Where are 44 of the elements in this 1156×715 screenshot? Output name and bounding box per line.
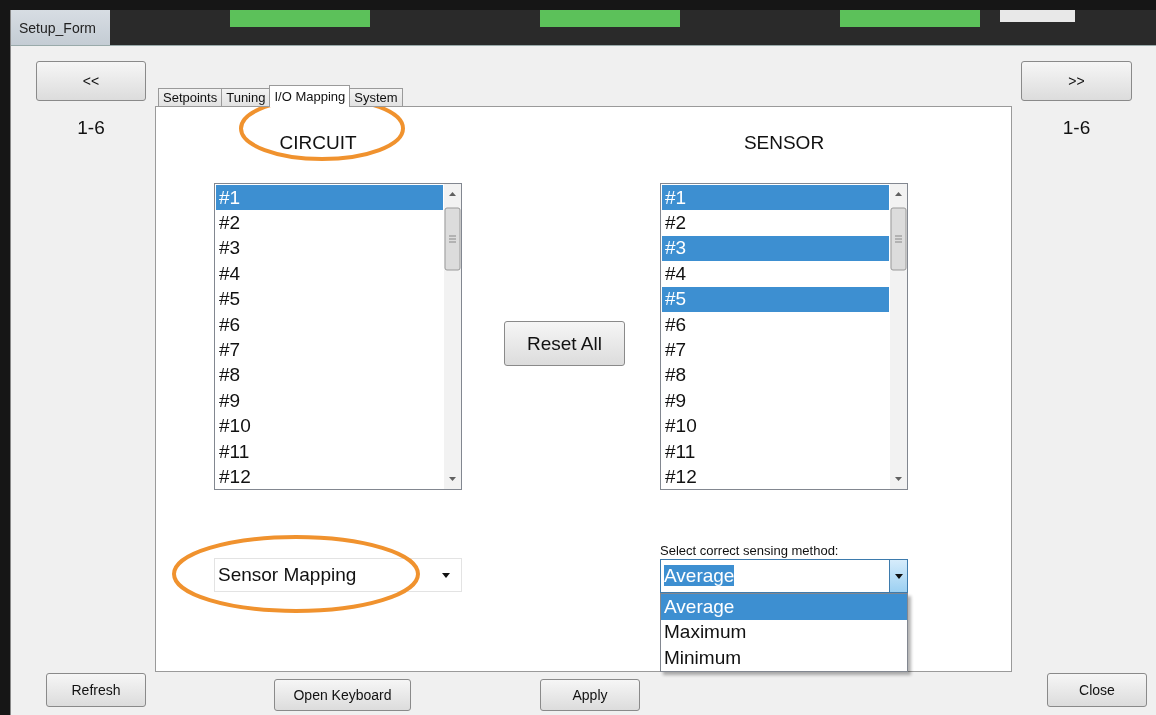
next-button[interactable]: >> (1021, 61, 1132, 101)
list-item[interactable]: #10 (216, 413, 443, 439)
list-item[interactable]: #6 (662, 311, 889, 338)
list-item[interactable]: #9 (662, 388, 889, 414)
window-title: Setup_Form (11, 10, 111, 45)
footer-button[interactable]: Close (1047, 673, 1147, 707)
dropdown-option[interactable]: Maximum (661, 619, 907, 645)
caret-icon (894, 573, 903, 579)
list-item[interactable]: #3 (216, 235, 443, 262)
list-item[interactable]: #10 (662, 413, 889, 439)
list-item[interactable]: #4 (662, 261, 889, 287)
previous-button[interactable]: << (36, 61, 146, 101)
list-item[interactable]: #7 (216, 337, 443, 363)
reset-all-button[interactable]: Reset All (504, 321, 625, 366)
field-label: Select correct sensing method: (660, 543, 840, 559)
mapping-dropdown[interactable]: Sensor Mapping (214, 558, 462, 592)
list-item[interactable]: #8 (662, 362, 889, 389)
list-box[interactable]: #1 #2 #3 #4 #5 #6 #7 #8 #9 #10 #11 #12 (660, 183, 908, 490)
footer-button[interactable]: Apply (540, 679, 640, 711)
footer-button[interactable]: Refresh (46, 673, 146, 707)
list-item[interactable]: #11 (216, 438, 443, 465)
footer-button[interactable]: Open Keyboard (274, 679, 411, 711)
list-item[interactable]: #11 (662, 438, 889, 465)
tab[interactable]: System (349, 88, 403, 107)
list-item[interactable]: #6 (216, 311, 443, 338)
list-item[interactable]: #7 (662, 337, 889, 363)
list-item[interactable]: #12 (216, 464, 443, 490)
list-item[interactable]: #9 (216, 388, 443, 414)
section-heading: SENSOR (743, 132, 825, 154)
section-heading: CIRCUIT (279, 132, 357, 154)
list-item[interactable]: #5 (216, 286, 443, 312)
tab[interactable]: I/O Mapping (269, 85, 351, 107)
list-item[interactable]: #8 (216, 362, 443, 389)
list-item[interactable]: #4 (216, 261, 443, 287)
list-item[interactable]: #12 (662, 464, 889, 490)
tab[interactable]: Setpoints (158, 88, 223, 107)
list-item[interactable]: #2 (216, 210, 443, 236)
caret-icon (442, 572, 450, 578)
tab[interactable]: Tuning (221, 88, 271, 107)
range-label: 1-6 (1062, 117, 1091, 139)
list-box[interactable]: #1 #2 #3 #4 #5 #6 #7 #8 #9 #10 #11 #12 (214, 183, 462, 490)
dropdown-option[interactable]: Minimum (661, 645, 907, 671)
list-item[interactable]: #2 (662, 210, 889, 236)
range-label: 1-6 (77, 117, 105, 139)
